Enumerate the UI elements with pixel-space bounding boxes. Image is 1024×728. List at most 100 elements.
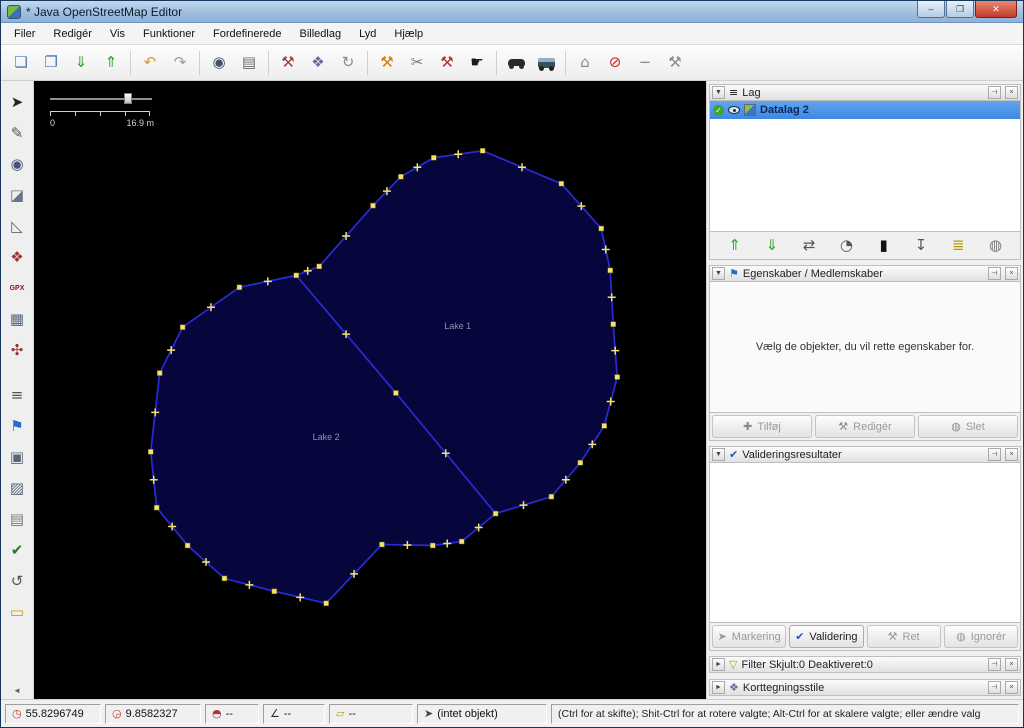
close-icon[interactable]: × (1005, 658, 1018, 671)
menu-item-hjælp[interactable]: Hjælp (385, 25, 432, 43)
collapse-icon[interactable]: ▼ (712, 448, 725, 461)
gpx-tool[interactable]: GPX (4, 275, 31, 302)
close-icon[interactable]: × (1005, 448, 1018, 461)
longitude-field[interactable]: ◶ 9.8582327 (105, 703, 201, 724)
tags-dialog-toggle[interactable]: ⚑ (4, 413, 31, 440)
open-button[interactable]: ❐ (37, 49, 65, 77)
zoom-slider-handle[interactable] (124, 93, 132, 104)
move-layer-down-button[interactable]: ⇓ (759, 234, 785, 258)
maximize-button[interactable]: ❐ (946, 1, 974, 18)
notes-dialog-toggle[interactable]: ▭ (4, 599, 31, 626)
purge-button[interactable]: ⚒ (433, 49, 461, 77)
bus-preset-button[interactable] (532, 49, 560, 77)
unglue-tool-button[interactable]: ⚒ (274, 49, 302, 77)
draw-nodes-tool[interactable]: ✎ (4, 120, 31, 147)
expand-icon[interactable]: ► (712, 658, 725, 671)
properties-panel-header: ▼ ⚑ Egenskaber / Medlemskaber ⊣ × (709, 265, 1021, 282)
split-way-button[interactable]: ✂ (403, 49, 431, 77)
activate-layer-button[interactable]: ⇄ (796, 234, 822, 258)
redo-button[interactable]: ↷ (166, 49, 194, 77)
building-tool[interactable]: ▦ (4, 306, 31, 333)
menu-item-filer[interactable]: Filer (5, 25, 44, 43)
merge-layer-button[interactable]: ↧ (908, 234, 934, 258)
longitude-value: 9.8582327 (125, 707, 178, 720)
close-icon[interactable]: × (1005, 681, 1018, 694)
map-canvas[interactable]: Lake 1 Lake 2 0 16.9 m (34, 81, 706, 699)
angle-value: -- (283, 707, 292, 720)
toolbar-separator (130, 50, 131, 75)
latitude-field[interactable]: ◷ 55.8296749 (5, 703, 101, 724)
menu-item-billedlag[interactable]: Billedlag (291, 25, 351, 43)
close-icon[interactable]: × (1005, 267, 1018, 280)
parallel-way-icon: ✣ (10, 341, 24, 359)
validation-actions: ➤ Markering ✔ Validering ⚒ Ret ◍ Ignorér (709, 623, 1021, 651)
improve-accuracy-tool[interactable]: ◺ (4, 213, 31, 240)
layers-dialog-toggle[interactable]: ≡ (4, 382, 31, 409)
zoom-tool[interactable]: ◉ (4, 151, 31, 178)
wrench-icon: ⚒ (668, 53, 682, 71)
relations-dialog-toggle[interactable]: ▨ (4, 475, 31, 502)
minimize-button[interactable]: – (917, 1, 945, 18)
collapse-icon[interactable]: ▼ (712, 86, 725, 99)
menu-item-redigér[interactable]: Redigér (44, 25, 101, 43)
merge-nodes-button[interactable]: ❖ (304, 49, 332, 77)
update-data-button[interactable]: ↻ (334, 49, 362, 77)
delete-tool[interactable]: ◪ (4, 182, 31, 209)
menu-item-vis[interactable]: Vis (101, 25, 134, 43)
delete-layer-button[interactable]: ◍ (982, 234, 1008, 258)
validation-fix-button[interactable]: ⚒ Ret (866, 625, 941, 648)
select-tool[interactable]: ➤ (4, 89, 31, 116)
search-button[interactable]: ◉ (205, 49, 233, 77)
menu-item-lyd[interactable]: Lyd (350, 25, 385, 43)
visibility-icon[interactable] (728, 106, 740, 114)
command-stack-toggle[interactable]: ↺ (4, 568, 31, 595)
title-bar[interactable]: * Java OpenStreetMap Editor – ❐ ✕ (1, 1, 1023, 23)
menu-item-funktioner[interactable]: Funktioner (134, 25, 204, 43)
duplicate-layer-button[interactable]: ≣ (945, 234, 971, 258)
move-layer-up-button[interactable]: ⇑ (722, 234, 748, 258)
pan-tool-button[interactable]: ☛ (463, 49, 491, 77)
minus-button[interactable]: − (631, 49, 659, 77)
undo-button[interactable]: ↶ (136, 49, 164, 77)
pin-icon[interactable]: ⊣ (988, 448, 1001, 461)
extrude-tool[interactable]: ❖ (4, 244, 31, 271)
combine-ways-button[interactable]: ⚒ (373, 49, 401, 77)
delete-tag-button[interactable]: ◍ Slet (918, 415, 1018, 438)
pin-icon[interactable]: ⊣ (988, 681, 1001, 694)
restriction-preset-button[interactable]: ⊘ (601, 49, 629, 77)
expand-icon[interactable]: ► (712, 681, 725, 694)
car-preset-button[interactable] (502, 49, 530, 77)
move-layer-down-icon: ⇓ (765, 236, 779, 254)
validation-run-button[interactable]: ✔ Validering (789, 625, 864, 648)
validation-ignore-button[interactable]: ◍ Ignorér (943, 625, 1018, 648)
home-button[interactable]: ⌂ (571, 49, 599, 77)
collapse-toolbar-button[interactable]: ◄ (7, 683, 27, 697)
menu-item-fordefinerede[interactable]: Fordefinerede (204, 25, 291, 43)
validator-dialog-toggle[interactable]: ✔ (4, 537, 31, 564)
collapse-icon[interactable]: ▼ (712, 267, 725, 280)
validation-results-list[interactable] (709, 463, 1021, 623)
active-layer-icon[interactable]: ✓ (713, 104, 724, 116)
pin-icon[interactable]: ⊣ (988, 86, 1001, 99)
add-tag-button[interactable]: ✚ Tilføj (712, 415, 812, 438)
download-data-button[interactable]: ⇓ (67, 49, 95, 77)
parallel-way-tool[interactable]: ✣ (4, 337, 31, 364)
validation-selection-button[interactable]: ➤ Markering (712, 625, 787, 648)
layer-opacity-button[interactable]: ◔ (833, 234, 859, 258)
selection-dialog-toggle[interactable]: ▣ (4, 444, 31, 471)
conflicts-dialog-toggle[interactable]: ▤ (4, 506, 31, 533)
edit-tag-button[interactable]: ⚒ Redigér (815, 415, 915, 438)
zoom-slider[interactable] (50, 92, 152, 105)
preferences-button[interactable]: ▤ (235, 49, 263, 77)
new-button[interactable]: ❏ (7, 49, 35, 77)
close-button[interactable]: ✕ (975, 1, 1017, 18)
pin-icon[interactable]: ⊣ (988, 658, 1001, 671)
wrench-button[interactable]: ⚒ (661, 49, 689, 77)
upload-data-button[interactable]: ⇑ (97, 49, 125, 77)
close-icon[interactable]: × (1005, 86, 1018, 99)
building-icon: ▦ (9, 310, 25, 328)
dim-layer-button[interactable]: ▮ (871, 234, 897, 258)
pin-icon[interactable]: ⊣ (988, 267, 1001, 280)
edit-toolbar: ➤ ✎ ◉ ◪ ◺ ❖ GPX ▦ ✣ ≡ ⚑ ▣ ▨ ▤ ✔ ↺ ▭ ◄ (1, 81, 34, 699)
layer-row[interactable]: ✓ Datalag 2 (710, 101, 1020, 119)
